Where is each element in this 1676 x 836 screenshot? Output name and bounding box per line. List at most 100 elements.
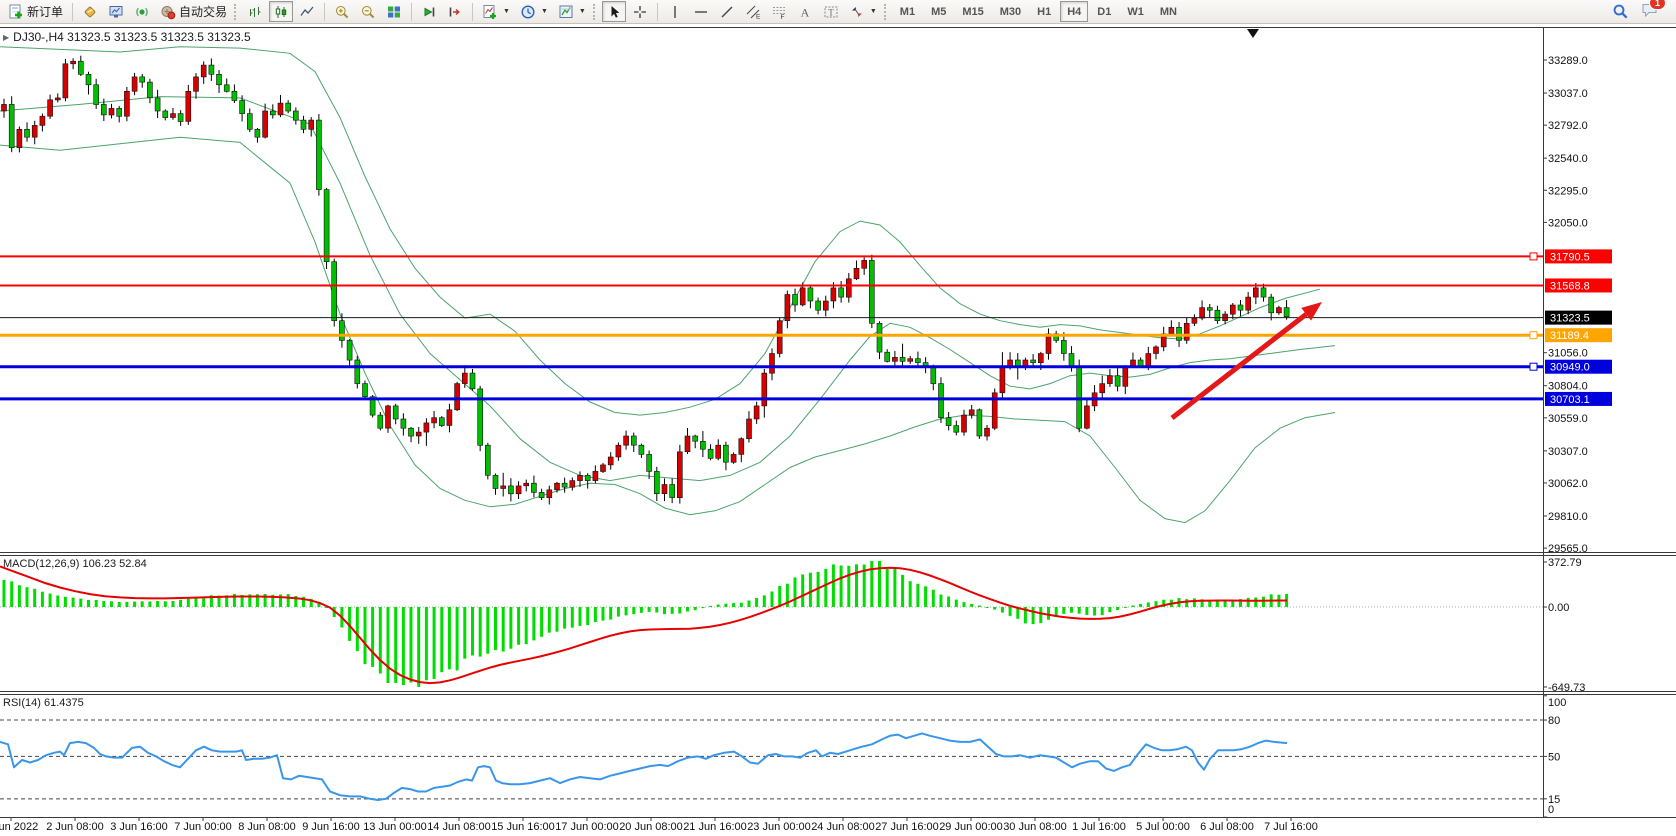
timeframe-H1[interactable]: H1 xyxy=(1030,1,1058,22)
bar-chart-button[interactable] xyxy=(243,1,267,22)
toolbar-separator xyxy=(472,2,474,21)
candle-body xyxy=(715,444,722,459)
crosshair-tool-button[interactable] xyxy=(628,1,652,22)
cursor-tool-button[interactable] xyxy=(601,1,626,22)
macd-histogram-bar xyxy=(40,591,44,607)
candle-body xyxy=(93,84,99,105)
level-line-handle[interactable] xyxy=(1529,252,1538,261)
timeframe-M30[interactable]: M30 xyxy=(993,1,1028,22)
candle-body xyxy=(78,60,84,75)
macd-histogram-bar xyxy=(532,607,536,641)
macd-histogram-bar xyxy=(563,607,567,629)
chart-canvas[interactable]: 33289.0 33037.0 32792.0 32540.0 32295.0 32050… xyxy=(0,0,1676,836)
macd-histogram-bar xyxy=(48,593,52,607)
chart-shift-marker-icon[interactable] xyxy=(1247,29,1259,38)
tile-windows-button[interactable] xyxy=(382,1,406,22)
market-watch-button[interactable] xyxy=(104,1,128,22)
chart-shift-button[interactable] xyxy=(443,1,467,22)
date-label: 9 Jun 16:00 xyxy=(302,821,360,833)
macd-histogram-bar xyxy=(639,607,643,613)
candle-body xyxy=(999,366,1006,394)
candle-body xyxy=(753,405,760,420)
candle-body xyxy=(323,189,330,263)
new-order-button[interactable]: 新订单 xyxy=(4,1,67,22)
axis-label: 30949.0 xyxy=(1550,362,1590,374)
macd-histogram-bar xyxy=(424,607,428,681)
candle-body xyxy=(70,60,76,65)
periods-button[interactable]: ▼ xyxy=(516,1,552,22)
macd-histogram-bar xyxy=(56,595,60,607)
auto-trading-button[interactable]: 自动交易 xyxy=(156,1,231,22)
auto-scroll-button[interactable] xyxy=(417,1,441,22)
candle-body xyxy=(116,108,122,117)
fibonacci-tool-button[interactable]: F xyxy=(767,1,791,22)
chat-button[interactable]: 1 xyxy=(1641,0,1666,23)
macd-histogram-bar xyxy=(970,604,974,607)
level-line-handle[interactable] xyxy=(1529,362,1538,371)
candle-body xyxy=(607,456,614,466)
axis-label: 372.79 xyxy=(1548,557,1582,569)
label-tool-button[interactable]: T xyxy=(819,1,843,22)
candle-body xyxy=(807,287,814,302)
timeframe-M1[interactable]: M1 xyxy=(893,1,922,22)
vertical-line-tool-button[interactable] xyxy=(663,1,687,22)
macd-histogram-bar xyxy=(509,607,513,649)
chart-title: ▶ DJ30-,H4 31323.5 31323.5 31323.5 31323… xyxy=(3,30,251,44)
date-label: 1 Jun 2022 xyxy=(0,821,38,833)
rsi-line xyxy=(0,732,1288,801)
candle-body xyxy=(477,388,484,446)
line-chart-button[interactable] xyxy=(295,1,319,22)
zoom-out-button[interactable] xyxy=(356,1,380,22)
candlestick-chart-button[interactable] xyxy=(269,1,294,22)
text-tool-button[interactable]: A xyxy=(793,1,817,22)
timeframe-MN[interactable]: MN xyxy=(1153,1,1184,22)
arrows-shapes-icon xyxy=(851,6,862,17)
candle-body xyxy=(508,485,514,495)
templates-button[interactable]: ▼ xyxy=(554,1,590,22)
one-click-trading-toggle-icon[interactable]: ▶ xyxy=(3,33,9,42)
macd-histogram-bar xyxy=(586,607,590,626)
candle-body xyxy=(830,287,837,302)
candle-body xyxy=(707,448,714,459)
axis-label: 50 xyxy=(1548,751,1560,763)
timeframe-W1[interactable]: W1 xyxy=(1120,1,1151,22)
candle-body xyxy=(39,115,46,126)
macd-histogram-bar xyxy=(1047,607,1050,620)
candle-body xyxy=(746,418,752,440)
trendline-tool-button[interactable] xyxy=(715,1,739,22)
macd-histogram-bar xyxy=(447,607,451,670)
vertical-line-icon xyxy=(674,5,676,18)
zoom-in-button[interactable] xyxy=(330,1,354,22)
axis-label: 29810.0 xyxy=(1548,511,1588,523)
date-label: 6 Jul 08:00 xyxy=(1200,821,1254,833)
channel-tool-button[interactable]: E xyxy=(741,1,765,22)
macd-histogram-bar xyxy=(555,607,559,632)
macd-histogram-bar xyxy=(893,568,897,607)
macd-histogram-bar xyxy=(547,607,551,633)
macd-histogram-bar xyxy=(386,607,390,683)
macd-histogram-bar xyxy=(655,607,659,613)
macd-histogram-bar xyxy=(355,607,359,652)
toolbar-separator xyxy=(72,2,74,21)
macd-histogram-bar xyxy=(1093,607,1097,616)
horizontal-line-tool-button[interactable] xyxy=(689,1,713,22)
macd-histogram-bar xyxy=(171,601,175,607)
timeframe-M5[interactable]: M5 xyxy=(924,1,953,22)
periods-clock-icon xyxy=(521,4,535,19)
timeframe-H4[interactable]: H4 xyxy=(1060,1,1089,22)
axis-label: 0 xyxy=(1548,804,1554,816)
level-line-handle[interactable] xyxy=(1529,331,1538,340)
timeframe-D1[interactable]: D1 xyxy=(1090,1,1118,22)
macd-histogram-bar xyxy=(33,588,37,607)
profiles-button[interactable] xyxy=(78,1,102,22)
navigator-button[interactable] xyxy=(130,1,154,22)
search-icon[interactable] xyxy=(1612,3,1629,20)
arrows-tool-button[interactable]: ▼ xyxy=(845,1,881,22)
candle-body xyxy=(423,422,430,433)
timeframe-M15[interactable]: M15 xyxy=(955,1,990,22)
toolbar-grip xyxy=(883,3,890,20)
text-label-icon: T xyxy=(824,6,838,17)
axis-label: -649.73 xyxy=(1548,682,1585,694)
indicators-button[interactable]: ▼ xyxy=(478,1,514,22)
macd-histogram-bar xyxy=(709,605,713,607)
